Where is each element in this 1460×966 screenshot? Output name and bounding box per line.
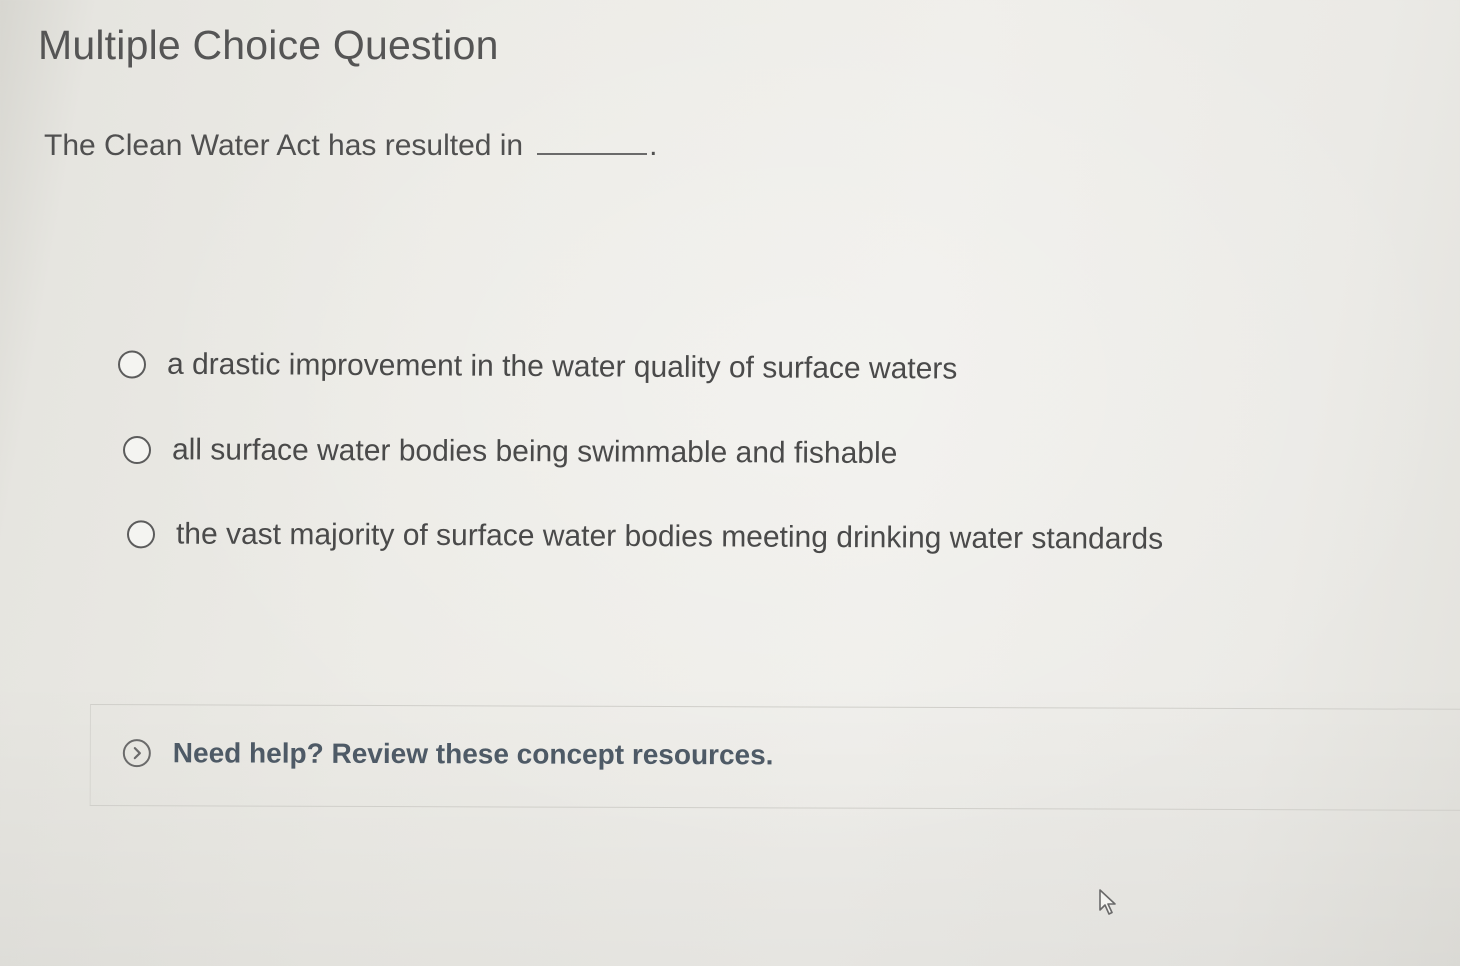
help-panel: Need help? Review these concept resource… [89,704,1460,811]
question-header: Multiple Choice Question [38,22,499,68]
answer-option-label: a drastic improvement in the water quali… [166,347,958,386]
radio-button-b[interactable] [122,435,152,465]
prompt-period: . [649,129,658,162]
prompt-text: The Clean Water Act has resulted in [44,129,524,162]
chevron-right-circle-icon[interactable] [122,739,151,768]
question-prompt: The Clean Water Act has resulted in. [44,129,657,163]
answer-blank [537,152,648,155]
help-link-text[interactable]: Need help? Review these concept resource… [173,737,774,771]
answer-option-b[interactable]: all surface water bodies being swimmable… [122,433,898,471]
radio-button-c[interactable] [126,520,156,549]
answer-option-label: the vast majority of surface water bodie… [175,517,1164,556]
answer-option-a[interactable]: a drastic improvement in the water quali… [117,347,958,386]
concept-resources-link[interactable]: Need help? Review these concept resource… [122,737,774,771]
answer-option-label: all surface water bodies being swimmable… [171,433,898,471]
mouse-pointer-icon [1099,889,1116,915]
answer-option-c[interactable]: the vast majority of surface water bodie… [126,517,1164,556]
radio-button-a[interactable] [117,350,147,379]
